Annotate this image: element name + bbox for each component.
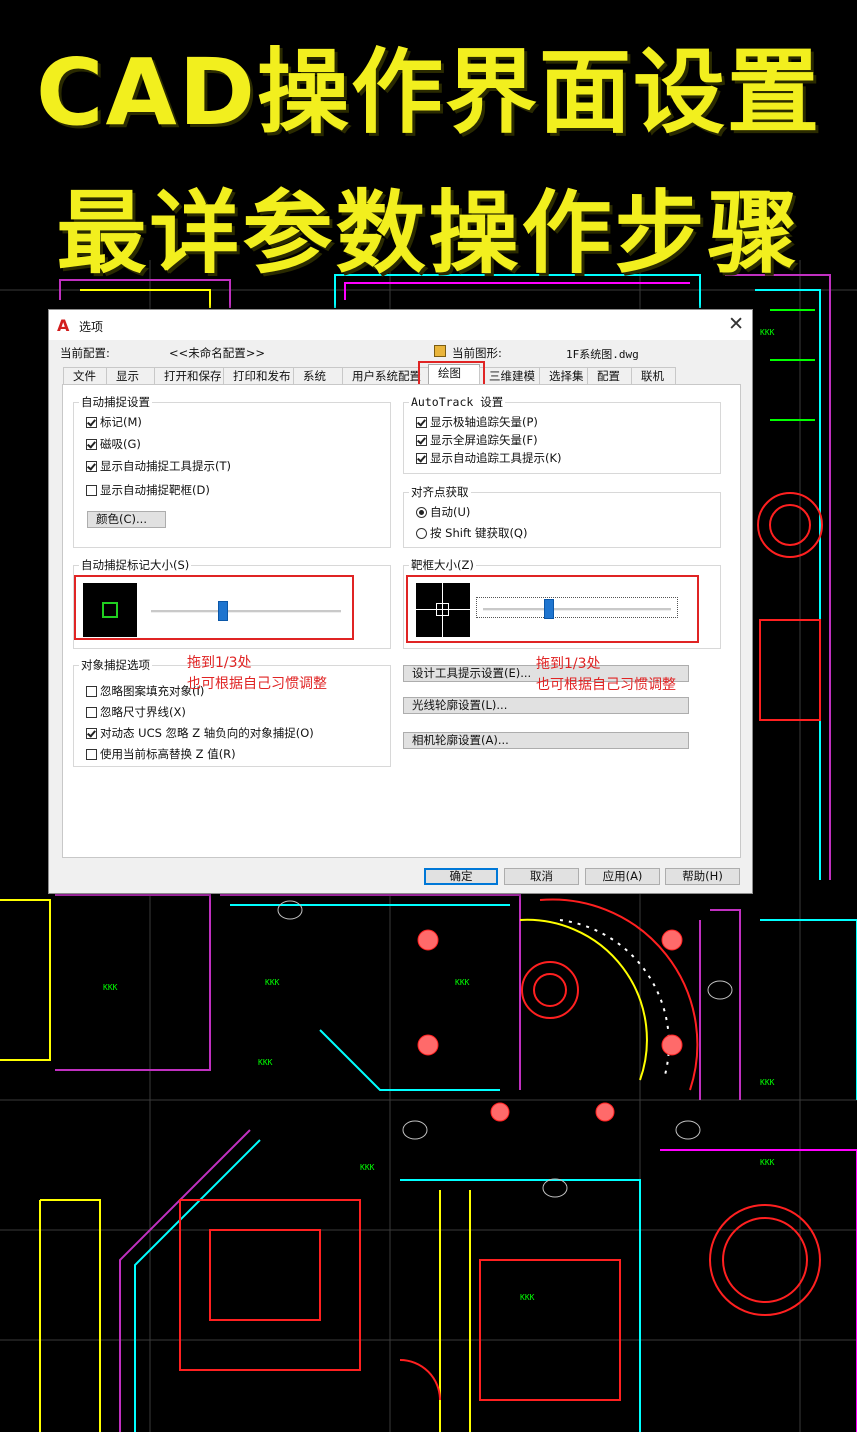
- drafting-panel: 自动捕捉设置 标记(M) 磁吸(G) 显示自动捕捉工具提示(T) 显示自动捕捉靶…: [62, 384, 741, 858]
- marker-checkbox[interactable]: 标记(M): [86, 415, 142, 429]
- help-button[interactable]: 帮助(H): [665, 868, 740, 885]
- cameraglyph-settings-button[interactable]: 相机轮廓设置(A)...: [403, 732, 689, 749]
- tab-open-save[interactable]: 打开和保存: [154, 367, 224, 384]
- lightglyph-settings-button[interactable]: 光线轮廓设置(L)...: [403, 697, 689, 714]
- color-button[interactable]: 颜色(C)...: [87, 511, 166, 528]
- tab-plot-publish[interactable]: 打印和发布: [223, 367, 294, 384]
- options-dialog: A 选项 ✕ 当前配置: <<未命名配置>> 当前图形: 1F系统图.dwg 文…: [48, 309, 753, 894]
- headline-line-1: CAD操作界面设置: [35, 39, 822, 146]
- tab-display[interactable]: 显示: [106, 367, 155, 384]
- tab-files[interactable]: 文件: [63, 367, 107, 384]
- autotrack-title: AutoTrack 设置: [409, 394, 506, 410]
- headline-line-2: 最详参数操作步骤: [56, 181, 801, 286]
- svg-text:KKK: KKK: [455, 978, 470, 987]
- cancel-button[interactable]: 取消: [504, 868, 579, 885]
- options-tab-strip: 文件 显示 打开和保存 打印和发布 系统 用户系统配置 绘图 三维建模 选择集 …: [63, 364, 676, 385]
- aperture-size-highlight: [406, 575, 699, 643]
- autosnap-title: 自动捕捉设置: [79, 394, 152, 410]
- tab-user-preferences[interactable]: 用户系统配置: [342, 367, 429, 384]
- alignment-auto-radio[interactable]: 自动(U): [416, 505, 470, 519]
- dialog-title: 选项: [79, 320, 104, 334]
- annotation-right-line2: 也可根据自己习惯调整: [536, 677, 676, 693]
- polar-vector-checkbox[interactable]: 显示极轴追踪矢量(P): [416, 415, 538, 429]
- tab-selection[interactable]: 选择集: [539, 367, 588, 384]
- svg-text:KKK: KKK: [103, 983, 118, 992]
- svg-text:KKK: KKK: [265, 978, 280, 987]
- ignore-dimension-checkbox[interactable]: 忽略尺寸界线(X): [86, 705, 186, 719]
- autosnap-aperture-checkbox[interactable]: 显示自动捕捉靶框(D): [86, 483, 210, 497]
- tab-profiles[interactable]: 配置: [587, 367, 632, 384]
- current-drawing-label: 当前图形:: [452, 346, 502, 360]
- alignment-title: 对齐点获取: [409, 484, 471, 500]
- active-tab-highlight: [418, 361, 485, 386]
- fullscreen-vector-checkbox[interactable]: 显示全屏追踪矢量(F): [416, 433, 538, 447]
- marker-size-highlight: [74, 575, 354, 640]
- ok-button[interactable]: 确定: [424, 868, 498, 885]
- svg-text:KKK: KKK: [258, 1058, 273, 1067]
- drawing-file-icon: [434, 345, 446, 357]
- current-profile-label: 当前配置:: [60, 346, 110, 360]
- annotation-left-line2: 也可根据自己习惯调整: [187, 676, 327, 692]
- annotation-left-line1: 拖到1/3处: [187, 655, 252, 671]
- tab-3d-modeling[interactable]: 三维建模: [479, 367, 540, 384]
- annotation-right-line1: 拖到1/3处: [536, 656, 601, 672]
- tab-system[interactable]: 系统: [293, 367, 343, 384]
- aperture-size-title: 靶框大小(Z): [409, 557, 476, 573]
- svg-text:KKK: KKK: [520, 1293, 535, 1302]
- svg-text:KKK: KKK: [760, 1158, 775, 1167]
- autotrack-tooltip-checkbox[interactable]: 显示自动追踪工具提示(K): [416, 451, 562, 465]
- object-snap-title: 对象捕捉选项: [79, 657, 152, 673]
- tab-online[interactable]: 联机: [631, 367, 676, 384]
- alignment-shift-radio[interactable]: 按 Shift 键获取(Q): [416, 526, 527, 540]
- marker-size-title: 自动捕捉标记大小(S): [79, 557, 192, 573]
- current-profile-value: <<未命名配置>>: [169, 346, 266, 360]
- apply-button[interactable]: 应用(A): [585, 868, 660, 885]
- autocad-logo-icon: A: [57, 316, 70, 335]
- dynamic-ucs-checkbox[interactable]: 对动态 UCS 忽略 Z 轴负向的对象捕捉(O): [86, 726, 314, 740]
- replace-z-checkbox[interactable]: 使用当前标高替换 Z 值(R): [86, 747, 236, 761]
- svg-text:KKK: KKK: [360, 1163, 375, 1172]
- current-drawing-value: 1F系统图.dwg: [566, 348, 639, 361]
- svg-text:KKK: KKK: [760, 328, 775, 337]
- svg-text:KKK: KKK: [760, 1078, 775, 1087]
- autosnap-tooltip-checkbox[interactable]: 显示自动捕捉工具提示(T): [86, 459, 231, 473]
- magnet-checkbox[interactable]: 磁吸(G): [86, 437, 141, 451]
- dialog-titlebar: A 选项 ✕: [49, 310, 752, 340]
- close-icon[interactable]: ✕: [728, 313, 744, 335]
